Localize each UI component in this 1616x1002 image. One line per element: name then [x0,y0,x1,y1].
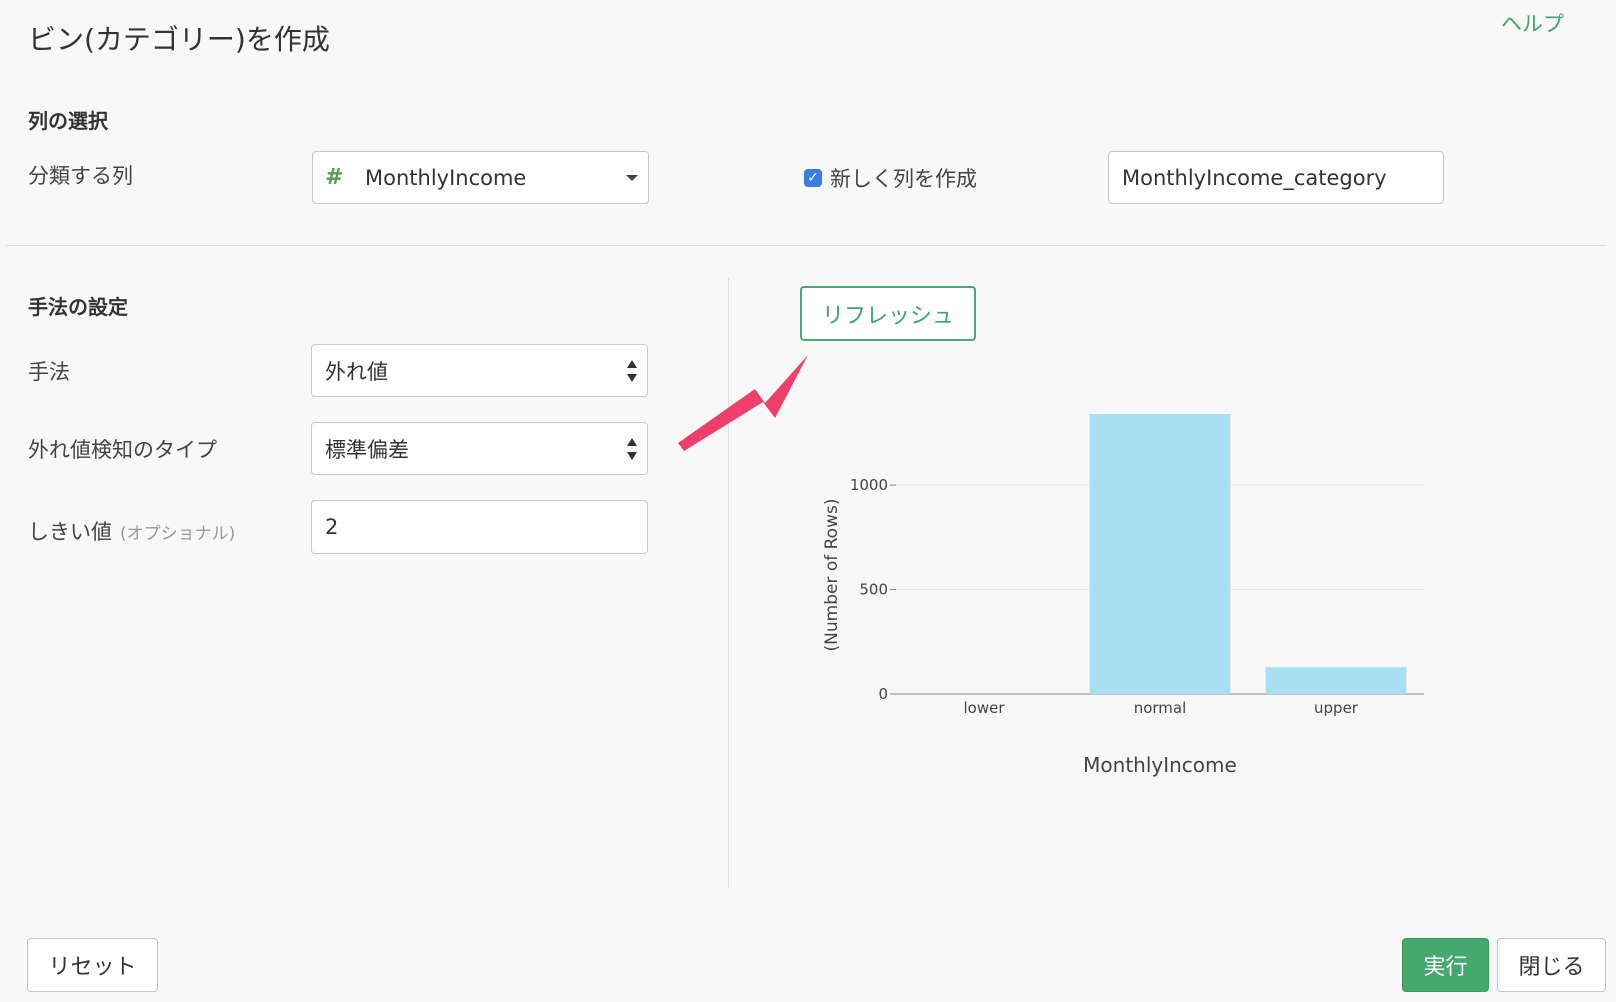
threshold-input[interactable]: 2 [311,500,648,554]
new-column-checkbox[interactable]: ✓ [804,169,822,187]
annotation-arrow-icon [678,355,808,451]
method-select[interactable]: 外れ値 [311,344,648,397]
outlier-type-select-value: 標準偏差 [325,437,409,462]
threshold-label-group: しきい値 (オプショナル) [28,516,235,546]
new-column-checkbox-label: 新しく列を作成 [830,167,977,191]
column-select-value: MonthlyIncome [365,165,527,190]
help-link[interactable]: ヘルプ [1501,8,1564,38]
outlier-type-label: 外れ値検知のタイプ [28,438,217,462]
y-axis-title: (Number of Rows) [822,499,842,652]
up-down-arrows-icon [627,360,637,382]
column-section-title: 列の選択 [28,109,108,133]
close-button[interactable]: 閉じる [1497,938,1606,992]
reset-button[interactable]: リセット [27,938,158,992]
threshold-input-value: 2 [325,515,339,539]
threshold-optional-note: (オプショナル) [120,524,236,544]
method-label: 手法 [28,360,70,384]
bar-chart: 0 500 1000 lower normal upper MonthlyIncome (Nu… [822,414,1424,777]
y-tick-label: 500 [859,581,888,599]
new-column-name-value: MonthlyIncome_category [1122,165,1387,190]
y-tick-label: 0 [878,685,888,703]
method-select-value: 外れ値 [325,359,388,384]
up-down-arrows-icon [627,438,637,460]
method-section-title: 手法の設定 [28,295,128,319]
refresh-button[interactable]: リフレッシュ [800,286,976,341]
numeric-type-icon: # [325,165,344,190]
run-button[interactable]: 実行 [1402,938,1489,992]
x-axis-title: MonthlyIncome [1083,753,1237,777]
x-tick-label: lower [963,699,1005,717]
section-divider [6,245,1606,246]
y-tick-label: 1000 [850,476,888,494]
column-select[interactable]: # MonthlyIncome [312,151,649,204]
dialog-title: ビン(カテゴリー)を作成 [28,23,330,56]
chevron-down-icon [626,175,638,181]
outlier-type-select[interactable]: 標準偏差 [311,422,648,475]
new-column-option[interactable]: ✓ 新しく列を作成 [804,163,977,193]
threshold-label: しきい値 [28,520,112,544]
x-tick-label: upper [1314,699,1359,717]
bar-normal [1089,414,1231,694]
new-column-name-input[interactable]: MonthlyIncome_category [1108,151,1444,204]
classify-column-label: 分類する列 [28,164,133,188]
bar-upper [1265,667,1407,694]
x-tick-label: normal [1134,699,1187,717]
